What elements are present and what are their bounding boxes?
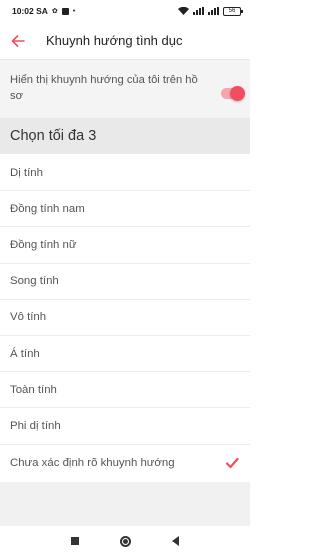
option-label: Toàn tính (10, 383, 57, 396)
option-label: Dị tính (10, 166, 43, 179)
empty-area (0, 482, 250, 526)
option-label: Vô tính (10, 311, 47, 324)
option-vo-tinh[interactable]: Vô tính (0, 300, 250, 336)
show-orientation-label: Hiển thị khuynh hướng của tôi trên hồ sơ (10, 74, 198, 102)
back-button[interactable] (0, 22, 36, 60)
signal-icon (193, 7, 204, 15)
option-chua-xac-dinh[interactable]: Chưa xác định rõ khuynh hướng (0, 445, 250, 481)
orientation-options-list: Dị tính Đồng tính nam Đồng tính nữ Song … (0, 155, 250, 481)
option-label: Đồng tính nam (10, 202, 85, 215)
settings-icon: ✿ (51, 7, 58, 15)
status-bar: 10:02 SA ✿ • 56 (0, 0, 250, 22)
option-label: Phi dị tính (10, 419, 61, 432)
option-a-tinh[interactable]: Á tính (0, 336, 250, 373)
option-song-tinh[interactable]: Song tính (0, 264, 250, 300)
option-label: Đồng tính nữ (10, 238, 77, 251)
system-nav-bar (0, 526, 250, 556)
signal-2-icon (208, 7, 219, 15)
option-dong-tinh-nam[interactable]: Đồng tính nam (0, 191, 250, 228)
option-label: Á tính (10, 347, 40, 360)
status-right: 56 (178, 6, 243, 16)
option-label: Chưa xác định rõ khuynh hướng (10, 456, 175, 469)
option-label: Song tính (10, 275, 59, 288)
show-orientation-toggle[interactable] (221, 86, 245, 101)
check-icon (225, 457, 239, 468)
battery-icon: 56 (223, 6, 243, 16)
back-triangle-icon[interactable] (172, 536, 180, 546)
app-bar: Khuynh hướng tình dục (0, 22, 250, 60)
option-dong-tinh-nu[interactable]: Đồng tính nữ (0, 227, 250, 264)
section-header: Chọn tối đa 3 (0, 118, 250, 154)
status-time: 10:02 SA (12, 6, 48, 16)
show-orientation-row[interactable]: Hiển thị khuynh hướng của tôi trên hồ sơ (0, 60, 250, 118)
option-toan-tinh[interactable]: Toàn tính (0, 372, 250, 409)
page-title: Khuynh hướng tình dục (46, 33, 183, 48)
option-di-tinh[interactable]: Dị tính (0, 155, 250, 192)
toggle-knob (230, 86, 245, 101)
notification-icon (61, 7, 69, 15)
bullet-icon: • (72, 7, 76, 15)
status-left: 10:02 SA ✿ • (12, 6, 75, 16)
home-icon[interactable] (119, 535, 131, 547)
wifi-icon (178, 7, 189, 15)
battery-level: 56 (228, 8, 236, 14)
option-phi-di-tinh[interactable]: Phi dị tính (0, 408, 250, 445)
recents-icon[interactable] (70, 537, 79, 545)
arrow-left-icon (11, 34, 25, 47)
